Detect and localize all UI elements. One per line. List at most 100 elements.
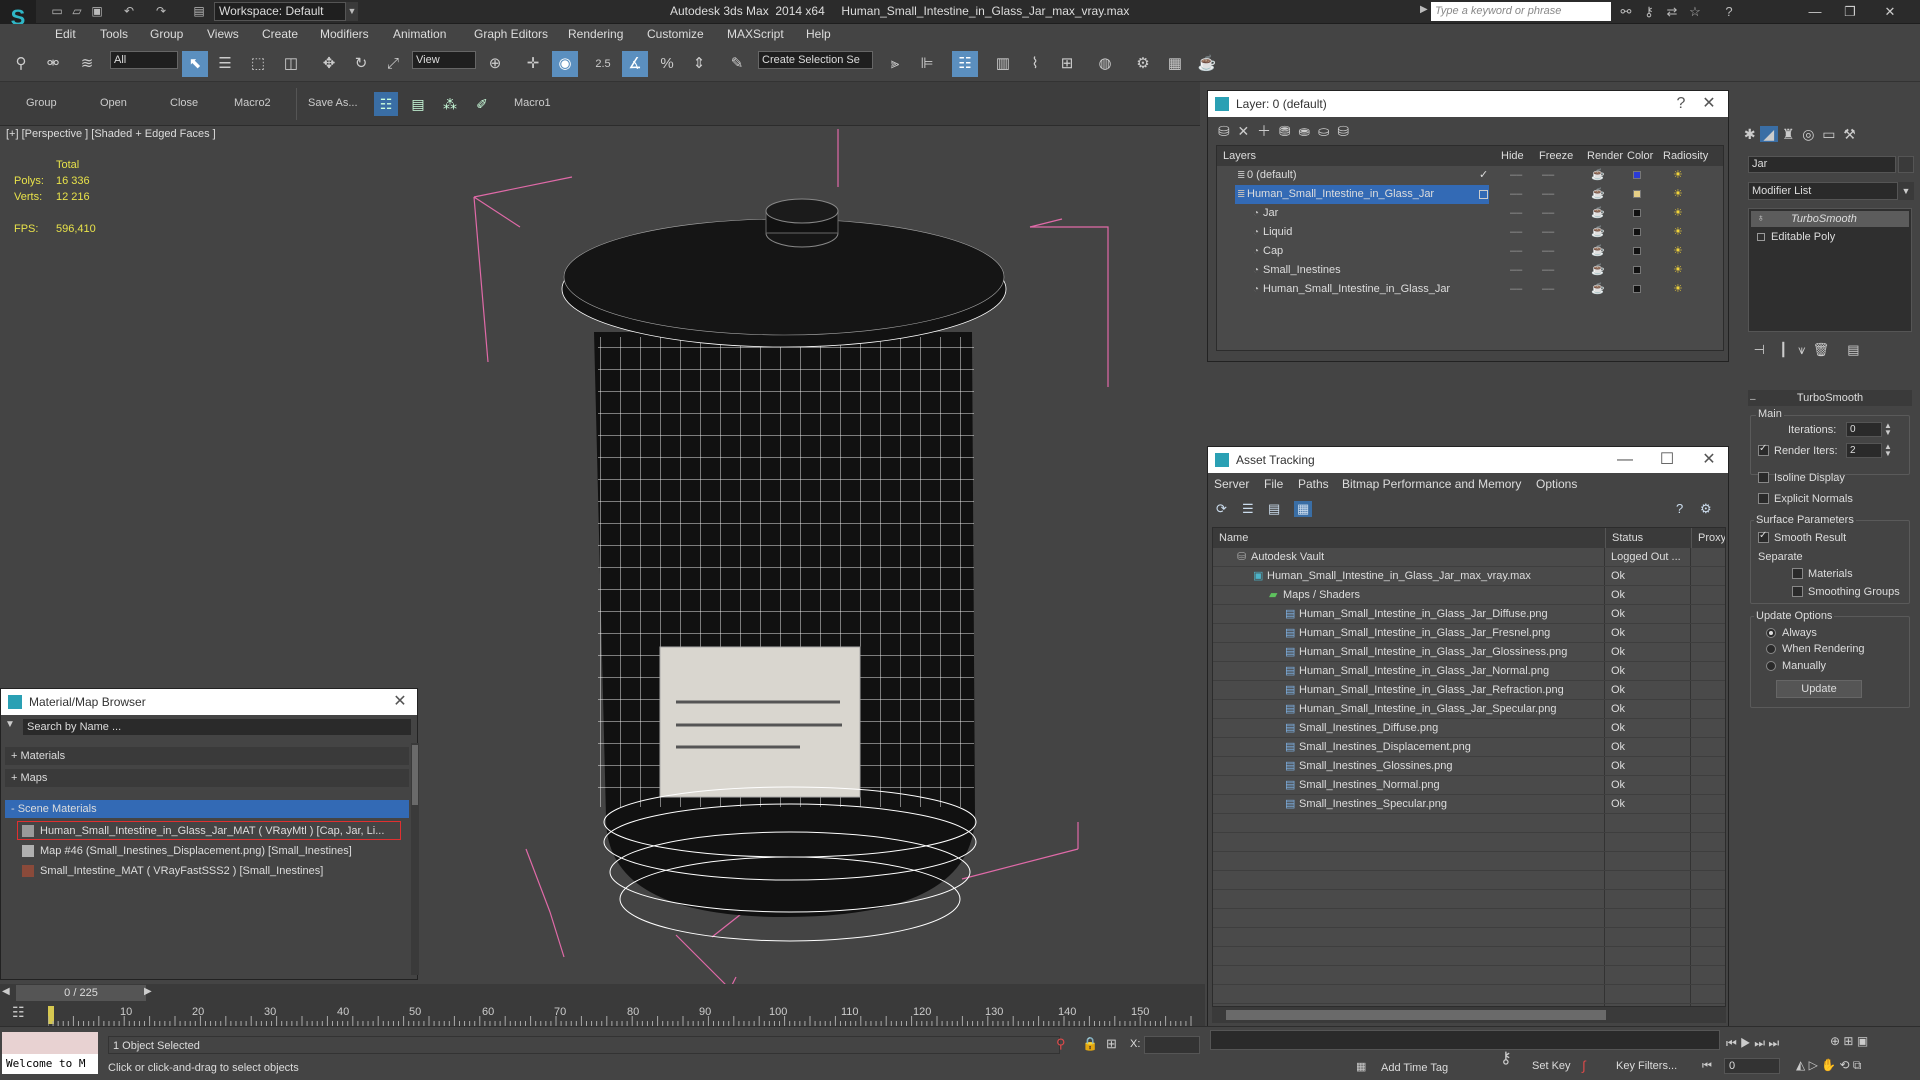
minimize-icon[interactable]: —: [1612, 447, 1638, 473]
asset-row[interactable]: ▤ Human_Small_Intestine_in_Glass_Jar_Refr…: [1213, 681, 1725, 700]
col-layers[interactable]: Layers: [1223, 146, 1256, 166]
hide-toggle[interactable]: ––: [1510, 280, 1522, 299]
redo-icon[interactable]: ↷: [152, 3, 170, 19]
unlink-icon[interactable]: ⚮: [40, 51, 66, 77]
hide-toggle[interactable]: ––: [1510, 223, 1522, 242]
delete-layer-icon[interactable]: ✕: [1238, 123, 1254, 139]
play-icon[interactable]: ▶: [1740, 1036, 1751, 1050]
maximize-viewport-icon[interactable]: ⧉: [1853, 1058, 1862, 1072]
col-color[interactable]: Color: [1627, 146, 1653, 166]
render-teapot-icon[interactable]: ☕: [1591, 223, 1605, 242]
refresh-icon[interactable]: ⟳: [1216, 501, 1227, 517]
exchange-icon[interactable]: ⇄: [1663, 3, 1681, 21]
radiosity-sun-icon[interactable]: ☀: [1673, 166, 1683, 185]
help-icon[interactable]: ?: [1676, 501, 1683, 516]
shelf-macro1-button[interactable]: Macro1: [514, 97, 551, 109]
binoculars-icon[interactable]: ⚯: [1617, 3, 1635, 21]
menu-animation[interactable]: Animation: [393, 27, 446, 41]
mirror-icon[interactable]: ⫸: [882, 51, 908, 77]
align-icon[interactable]: ⊫: [914, 51, 940, 77]
scroll-thumb[interactable]: [412, 745, 418, 805]
freeze-toggle[interactable]: ––: [1542, 261, 1554, 280]
x-coordinate-input[interactable]: [1144, 1036, 1200, 1054]
workspace-select[interactable]: Workspace: Default: [214, 2, 346, 21]
shelf-group-button[interactable]: Group: [26, 97, 57, 109]
current-layer-check-icon[interactable]: ✓: [1479, 166, 1488, 185]
asset-row[interactable]: ▤ Small_Inestines_Diffuse.png Ok: [1213, 719, 1725, 738]
motion-tab-icon[interactable]: ◎: [1798, 126, 1818, 142]
col-hide[interactable]: Hide: [1501, 146, 1524, 166]
radiosity-sun-icon[interactable]: ☀: [1673, 223, 1683, 242]
modifier-list-select[interactable]: Modifier List: [1748, 182, 1898, 200]
select-by-name-icon[interactable]: ☰: [212, 51, 238, 77]
material-browser-titlebar[interactable]: Material/Map Browser ✕: [1, 689, 417, 715]
expand-icon[interactable]: [1757, 233, 1765, 241]
asset-menu-server[interactable]: Server: [1214, 477, 1249, 491]
isoline-display-checkbox[interactable]: [1758, 472, 1769, 483]
radiosity-sun-icon[interactable]: ☀: [1673, 204, 1683, 223]
section-materials[interactable]: + Materials: [5, 747, 409, 765]
curve-editor-icon[interactable]: ☷: [12, 1004, 25, 1021]
rendered-frame-window-icon[interactable]: ▦: [1162, 51, 1188, 77]
layer-color-swatch[interactable]: [1633, 209, 1641, 217]
search-input[interactable]: Type a keyword or phrase: [1431, 2, 1611, 21]
radiosity-sun-icon[interactable]: ☀: [1673, 185, 1683, 204]
menu-rendering[interactable]: Rendering: [568, 27, 623, 41]
freeze-toggle[interactable]: ––: [1542, 185, 1554, 204]
zoom-extents-icon[interactable]: ▣: [1857, 1034, 1868, 1048]
col-render[interactable]: Render: [1587, 146, 1623, 166]
key-filters-button[interactable]: Key Filters...: [1616, 1060, 1677, 1072]
col-name[interactable]: Name: [1219, 528, 1248, 548]
set-key-icon[interactable]: ⚷: [1500, 1048, 1530, 1072]
favorites-star-icon[interactable]: ☆: [1686, 3, 1704, 21]
hide-toggle[interactable]: ––: [1510, 242, 1522, 261]
utilities-tab-icon[interactable]: ⚒: [1839, 126, 1859, 142]
freeze-toggle[interactable]: ––: [1542, 280, 1554, 299]
section-maps[interactable]: + Maps: [5, 769, 409, 787]
menu-edit[interactable]: Edit: [55, 27, 76, 41]
hide-all-icon[interactable]: ⛁: [1337, 123, 1349, 139]
pan-icon[interactable]: ✋: [1821, 1058, 1836, 1072]
close-icon[interactable]: ✕: [1696, 447, 1722, 473]
menu-tools[interactable]: Tools: [100, 27, 128, 41]
asset-panel-titlebar[interactable]: Asset Tracking — ☐ ✕: [1208, 447, 1728, 473]
hierarchy-tab-icon[interactable]: ♜: [1778, 126, 1798, 142]
rectangular-selection-icon[interactable]: ⬚: [245, 51, 271, 77]
layer-row[interactable]: 0 (default) ≣ ✓ –– –– ☕ ☀: [1217, 166, 1723, 185]
goto-start-icon[interactable]: ⏮: [1702, 1060, 1712, 1073]
table-view-icon[interactable]: ▤: [1268, 501, 1280, 517]
hide-toggle[interactable]: ––: [1510, 261, 1522, 280]
frame-counter[interactable]: 0 / 225: [16, 985, 146, 1001]
pin-stack-icon[interactable]: ⊣: [1750, 342, 1769, 357]
brush-icon[interactable]: ✐: [470, 92, 494, 116]
explicit-normals-checkbox[interactable]: [1758, 493, 1769, 504]
hide-toggle[interactable]: ––: [1510, 166, 1522, 185]
menu-customize[interactable]: Customize: [647, 27, 704, 41]
asset-horizontal-scrollbar[interactable]: [1212, 1007, 1726, 1023]
angle-snap-icon[interactable]: ∡: [622, 51, 648, 77]
asset-row[interactable]: ▣ Human_Small_Intestine_in_Glass_Jar_max_…: [1213, 567, 1725, 586]
zoom-all-icon[interactable]: ⊞: [1843, 1034, 1853, 1048]
layer-panel-titlebar[interactable]: Layer: 0 (default) ? ✕: [1208, 91, 1728, 117]
maxscript-input[interactable]: Welcome to M: [2, 1054, 98, 1074]
lightbulb-icon[interactable]: ♁: [1757, 213, 1765, 224]
layer-color-swatch[interactable]: [1633, 247, 1641, 255]
layer-row[interactable]: Jar ◔ –– –– ☕ ☀: [1217, 204, 1723, 223]
render-setup-icon[interactable]: ⚙: [1130, 51, 1156, 77]
render-iters-checkbox[interactable]: [1758, 443, 1769, 456]
material-search-input[interactable]: Search by Name ...: [23, 719, 411, 735]
time-tag-icon[interactable]: ▦: [1356, 1060, 1366, 1073]
update-when-rendering-radio[interactable]: [1766, 644, 1776, 654]
asset-row[interactable]: ▤ Human_Small_Intestine_in_Glass_Jar_Spec…: [1213, 700, 1725, 719]
browser-scrollbar[interactable]: [411, 743, 419, 975]
bind-space-warp-icon[interactable]: ≋: [74, 51, 100, 77]
orbit-icon[interactable]: ⟲: [1839, 1058, 1849, 1072]
asset-row[interactable]: ▤ Small_Inestines_Displacement.png Ok: [1213, 738, 1725, 757]
asset-row[interactable]: ▤ Human_Small_Intestine_in_Glass_Jar_Norm…: [1213, 662, 1725, 681]
render-teapot-icon[interactable]: ☕: [1591, 166, 1605, 185]
link-icon[interactable]: ⚲: [8, 51, 34, 77]
render-production-icon[interactable]: ☕: [1194, 51, 1220, 77]
smooth-result-checkbox[interactable]: [1758, 530, 1769, 543]
key-curve-icon[interactable]: ∫: [1582, 1058, 1586, 1073]
col-status[interactable]: Status: [1605, 528, 1643, 548]
